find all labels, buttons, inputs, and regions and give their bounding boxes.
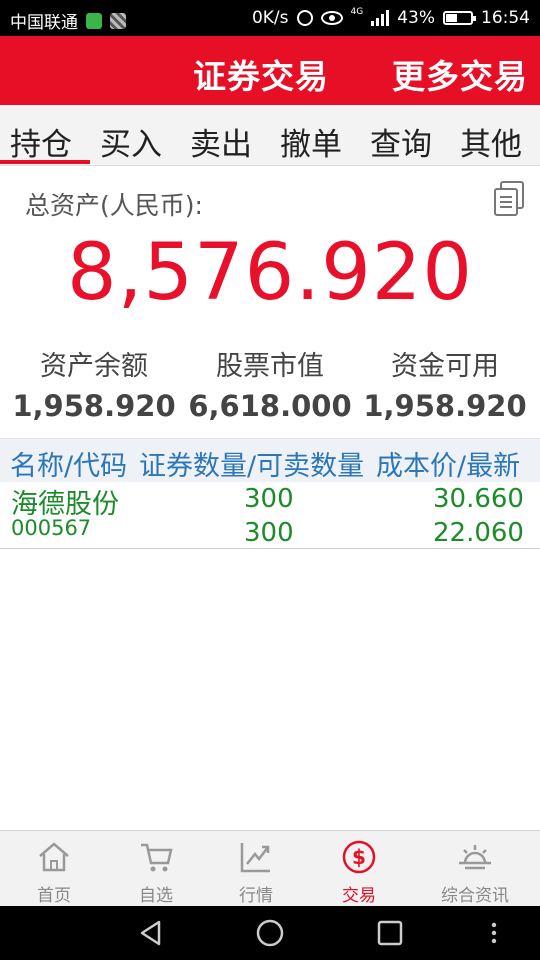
clock: 16:54 [481, 8, 530, 28]
nav-market[interactable]: 行情 [202, 831, 310, 907]
nav-watchlist-label: 自选 [139, 886, 173, 906]
stock-latest-price: 22.060 [433, 518, 524, 548]
dollar-icon: $ [342, 840, 376, 874]
nav-news[interactable]: 综合资讯 [421, 831, 529, 907]
stock-quantity: 300 [244, 484, 294, 514]
available-funds-label: 资金可用 [391, 351, 499, 382]
recent-apps-icon[interactable] [376, 919, 404, 947]
stock-value-value: 6,618.000 [188, 389, 352, 423]
nav-trade[interactable]: $ 交易 [305, 831, 413, 907]
sub-tab-bar: 持仓 买入 卖出 撤单 查询 其他 [0, 105, 540, 166]
tab-buy[interactable]: 买入 [100, 119, 162, 164]
app-notification-icon [86, 12, 102, 29]
back-icon[interactable] [137, 919, 165, 947]
total-assets-value: 8,576.920 [67, 228, 473, 318]
stock-code: 000567 [11, 516, 92, 540]
tab-other[interactable]: 其他 [460, 119, 522, 164]
nav-news-label: 综合资讯 [441, 886, 509, 906]
balance-label: 资产余额 [40, 351, 148, 382]
tab-holdings[interactable]: 持仓 [10, 119, 72, 164]
svg-text:$: $ [352, 845, 366, 869]
system-navigation-bar [0, 906, 540, 960]
table-row[interactable]: 海德股份 000567 300 300 30.660 22.060 [0, 482, 540, 549]
tab-securities-trading[interactable]: 证券交易 [193, 50, 329, 98]
holdings-table-header: 名称/代码 证券数量/可卖数量 成本价/最新 [0, 438, 540, 484]
network-speed: 0K/s [251, 8, 289, 28]
column-quantity: 证券数量/可卖数量 [139, 451, 365, 482]
battery-icon [443, 11, 476, 25]
cart-icon [141, 843, 173, 872]
eye-comfort-icon [320, 11, 343, 25]
stock-value-label: 股票市值 [216, 351, 324, 382]
total-assets-label: 总资产(人民币): [25, 191, 203, 220]
tab-query[interactable]: 查询 [370, 119, 432, 164]
image-notification-icon [110, 12, 126, 29]
chart-icon [240, 843, 270, 873]
nav-home-label: 首页 [37, 886, 71, 906]
column-price: 成本价/最新 [376, 451, 521, 482]
stock-sellable: 300 [244, 518, 294, 548]
active-tab-indicator [0, 160, 90, 164]
nav-watchlist[interactable]: 自选 [102, 831, 210, 907]
available-funds-value: 1,958.920 [363, 389, 527, 423]
document-icon[interactable] [492, 180, 526, 218]
bottom-navigation: 首页 自选 行情 $ 交易 综合资讯 [0, 830, 540, 907]
tab-more-trading[interactable]: 更多交易 [392, 50, 528, 98]
sunrise-icon [459, 845, 491, 870]
status-bar: 中国联通 0K/s 4G 43% 16:54 [0, 0, 540, 36]
home-icon [39, 842, 69, 872]
signal-icon [371, 10, 390, 26]
stock-cost-price: 30.660 [433, 484, 524, 514]
battery-percent: 43% [397, 8, 435, 28]
home-circle-icon[interactable] [256, 919, 284, 947]
tab-cancel-order[interactable]: 撤单 [280, 119, 342, 164]
tab-sell[interactable]: 卖出 [190, 119, 252, 164]
app-header: 证券交易 更多交易 [0, 36, 540, 105]
more-options-icon[interactable] [488, 919, 500, 947]
network-type: 4G [350, 7, 364, 17]
nav-market-label: 行情 [239, 886, 273, 906]
nav-trade-label: 交易 [342, 886, 376, 906]
column-name-code: 名称/代码 [10, 451, 128, 482]
alarm-icon [296, 10, 313, 26]
nav-home[interactable]: 首页 [0, 831, 108, 907]
balance-value: 1,958.920 [12, 389, 176, 423]
carrier-label: 中国联通 [10, 13, 78, 33]
